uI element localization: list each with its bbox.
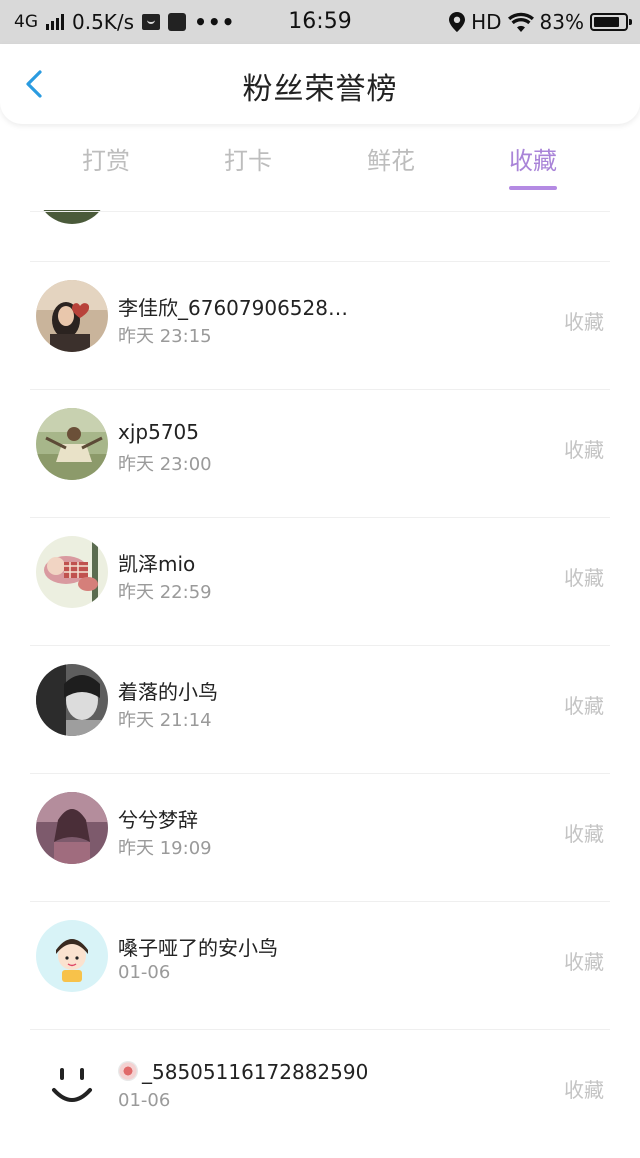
lollipop-emoji-icon [118, 1061, 138, 1081]
list-item[interactable]: 凯泽mio 昨天 22:59 收藏 [0, 518, 640, 646]
avatar [36, 1048, 108, 1120]
location-icon [449, 12, 466, 32]
list-item[interactable]: xjp5705 昨天 23:00 收藏 [0, 390, 640, 518]
favorite-label: 收藏 [564, 822, 604, 846]
favorite-label: 收藏 [564, 566, 604, 590]
tab-bar: 打赏 打卡 鲜花 收藏 [0, 124, 640, 204]
tab-checkin[interactable]: 打卡 [188, 124, 308, 198]
favorite-label: 收藏 [564, 1078, 604, 1102]
fan-time: 昨天 23:15 [118, 326, 212, 347]
fan-name-text: _58505116172882590 [142, 1060, 369, 1084]
fan-time: 昨天 22:59 [118, 582, 212, 603]
active-tab-indicator [509, 186, 557, 190]
fan-name: 凯泽mio [118, 552, 196, 576]
fan-name: 嗓子哑了的安小鸟 [118, 936, 278, 960]
fan-time: 昨天 19:09 [118, 838, 212, 859]
wifi-icon [507, 12, 534, 32]
fan-name: 着落的小鸟 [118, 680, 218, 704]
fan-time: 昨天 23:00 [118, 454, 212, 475]
fan-name: xjp5705 [118, 420, 199, 444]
fan-name: 兮兮梦辞 [118, 808, 198, 832]
avatar [36, 408, 108, 480]
battery-percent: 83% [539, 10, 584, 34]
battery-fill [594, 17, 619, 27]
nav-header: 粉丝荣誉榜 [0, 44, 640, 124]
fan-name: 李佳欣_67607906528… [118, 296, 348, 320]
avatar [36, 536, 108, 608]
avatar [36, 792, 108, 864]
tab-flowers[interactable]: 鲜花 [331, 124, 451, 198]
hd-indicator: HD [471, 10, 502, 34]
fan-time: 01-06 [118, 962, 171, 983]
favorite-label: 收藏 [564, 694, 604, 718]
avatar [36, 920, 108, 992]
list-item[interactable]: _58505116172882590 01-06 收藏 [0, 1030, 640, 1158]
battery-icon [590, 13, 632, 31]
divider [30, 211, 610, 212]
favorite-label: 收藏 [564, 950, 604, 974]
page-title: 粉丝荣誉榜 [242, 72, 398, 107]
fan-time: 01-06 [118, 1090, 171, 1111]
status-right: HD 83% [449, 0, 632, 44]
favorite-label: 收藏 [564, 310, 604, 334]
avatar [36, 280, 108, 352]
favorite-label: 收藏 [564, 438, 604, 462]
list-item[interactable]: 兮兮梦辞 昨天 19:09 收藏 [0, 774, 640, 902]
fan-name: _58505116172882590 [118, 1060, 368, 1084]
avatar [36, 664, 108, 736]
list-item[interactable]: 嗓子哑了的安小鸟 01-06 收藏 [0, 902, 640, 1030]
list-item[interactable]: 李佳欣_67607906528… 昨天 23:15 收藏 [0, 262, 640, 390]
tab-reward[interactable]: 打赏 [46, 124, 166, 198]
list-item[interactable]: 着落的小鸟 昨天 21:14 收藏 [0, 646, 640, 774]
fan-time: 昨天 21:14 [118, 710, 212, 731]
status-bar: 4G 0.5K/s ••• 16:59 HD 83% [0, 0, 640, 44]
